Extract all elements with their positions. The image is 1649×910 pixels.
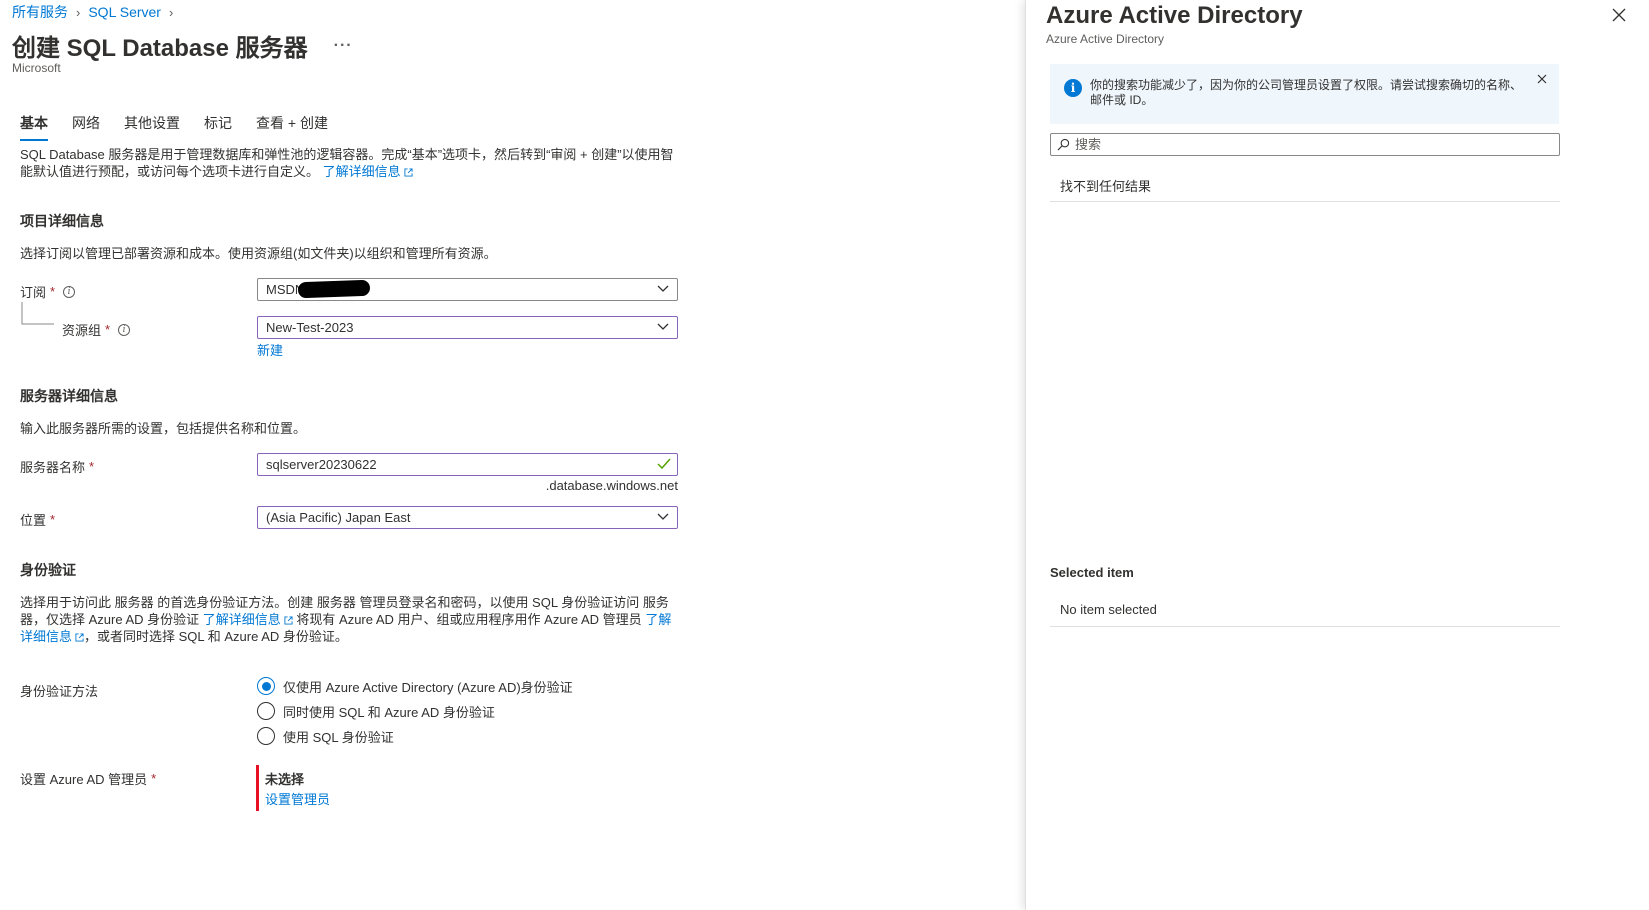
external-link-icon	[284, 616, 293, 625]
radio-button[interactable]	[257, 677, 275, 695]
radio-button[interactable]	[257, 727, 275, 745]
location-dropdown[interactable]: (Asia Pacific) Japan East	[257, 506, 678, 529]
breadcrumb: 所有服务 › SQL Server ›	[12, 2, 181, 22]
auth-method-label: 身份验证方法	[20, 684, 99, 699]
server-name-suffix: .database.windows.net	[545, 478, 678, 493]
create-new-resource-group-link[interactable]: 新建	[257, 340, 283, 359]
close-icon[interactable]	[1537, 74, 1547, 84]
intro-text: SQL Database 服务器是用于管理数据库和弹性池的逻辑容器。完成“基本”…	[20, 146, 680, 180]
chevron-down-icon	[657, 513, 669, 520]
chevron-down-icon	[657, 323, 669, 330]
subscription-dropdown[interactable]: MSDN	[257, 278, 678, 301]
tab-review-create[interactable]: 查看 + 创建	[256, 113, 328, 141]
external-link-icon	[75, 633, 84, 642]
tab-tags[interactable]: 标记	[204, 113, 232, 141]
server-name-value: sqlserver20230622	[266, 457, 377, 472]
page-title: 创建 SQL Database 服务器 ···	[12, 28, 353, 63]
resource-group-value: New-Test-2023	[266, 320, 354, 335]
auth-learn-more-link-1[interactable]: 了解详细信息	[203, 612, 293, 627]
error-indicator-bar	[256, 765, 259, 811]
more-options-icon[interactable]: ···	[334, 37, 353, 55]
notice-text: 你的搜索功能减少了，因为你的公司管理员设置了权限。请尝试搜索确切的名称、邮件或 …	[1090, 78, 1523, 107]
subscription-label: 订阅 * i	[20, 282, 76, 301]
server-details-desc: 输入此服务器所需的设置，包括提供名称和位置。	[20, 421, 307, 436]
server-name-input[interactable]: sqlserver20230622	[257, 453, 678, 476]
tab-bar: 基本 网络 其他设置 标记 查看 + 创建	[20, 113, 352, 141]
chevron-right-icon: ›	[76, 4, 81, 20]
project-details-desc: 选择订阅以管理已部署资源和成本。使用资源组(如文件夹)以组织和管理所有资源。	[20, 246, 497, 261]
azure-ad-panel: Azure Active Directory Azure Active Dire…	[1025, 0, 1649, 910]
auth-option-sql-and-azure-ad[interactable]: 同时使用 SQL 和 Azure AD 身份验证	[257, 701, 573, 721]
info-icon: i	[1064, 79, 1082, 97]
tree-connector	[21, 302, 54, 325]
selected-item-row: No item selected	[1050, 602, 1560, 627]
auth-method-radio-group: 仅使用 Azure Active Directory (Azure AD)身份验…	[257, 676, 573, 746]
external-link-icon	[404, 168, 413, 177]
radio-button[interactable]	[257, 702, 275, 720]
panel-subtitle: Azure Active Directory	[1046, 32, 1165, 46]
breadcrumb-all-services[interactable]: 所有服务	[12, 2, 68, 22]
publisher: Microsoft	[12, 61, 61, 75]
location-value: (Asia Pacific) Japan East	[266, 510, 411, 525]
azure-ad-admin-value: 未选择	[265, 772, 305, 787]
set-admin-link[interactable]: 设置管理员	[265, 789, 330, 808]
checkmark-icon	[657, 458, 671, 470]
project-details-title: 项目详细信息	[20, 213, 104, 229]
tab-basics[interactable]: 基本	[20, 113, 48, 141]
authentication-desc: 选择用于访问此 服务器 的首选身份验证方法。创建 服务器 管理员登录名和密码，以…	[20, 595, 672, 644]
breadcrumb-sql-server[interactable]: SQL Server	[88, 4, 161, 20]
tab-additional-settings[interactable]: 其他设置	[124, 113, 180, 141]
chevron-right-icon: ›	[168, 4, 174, 20]
search-icon	[1057, 138, 1070, 151]
chevron-down-icon	[657, 285, 669, 292]
no-results-row: 找不到任何结果	[1050, 176, 1560, 202]
intro-learn-more-link[interactable]: 了解详细信息	[323, 164, 413, 179]
auth-option-azure-ad-only[interactable]: 仅使用 Azure Active Directory (Azure AD)身份验…	[257, 676, 573, 696]
page-title-text: 创建 SQL Database 服务器	[12, 35, 308, 62]
azure-ad-admin-label: 设置 Azure AD 管理员 *	[20, 771, 157, 787]
tab-networking[interactable]: 网络	[72, 113, 100, 141]
panel-title: Azure Active Directory	[1046, 2, 1303, 29]
authentication-title: 身份验证	[20, 562, 76, 578]
server-name-label: 服务器名称 *	[20, 459, 95, 475]
redaction-mark	[297, 279, 371, 299]
info-icon[interactable]: i	[118, 323, 131, 336]
permission-notice: i 你的搜索功能减少了，因为你的公司管理员设置了权限。请尝试搜索确切的名称、邮件…	[1050, 64, 1559, 124]
selected-item-title: Selected item	[1050, 565, 1134, 580]
auth-option-sql-only[interactable]: 使用 SQL 身份验证	[257, 726, 573, 746]
search-input[interactable]	[1075, 137, 1545, 152]
location-label: 位置 *	[20, 512, 56, 528]
info-icon[interactable]: i	[63, 285, 76, 298]
search-box[interactable]	[1050, 133, 1560, 156]
close-icon[interactable]	[1612, 8, 1626, 22]
server-details-title: 服务器详细信息	[20, 388, 118, 404]
resource-group-label: 资源组 * i	[62, 320, 131, 339]
resource-group-dropdown[interactable]: New-Test-2023	[257, 316, 678, 339]
